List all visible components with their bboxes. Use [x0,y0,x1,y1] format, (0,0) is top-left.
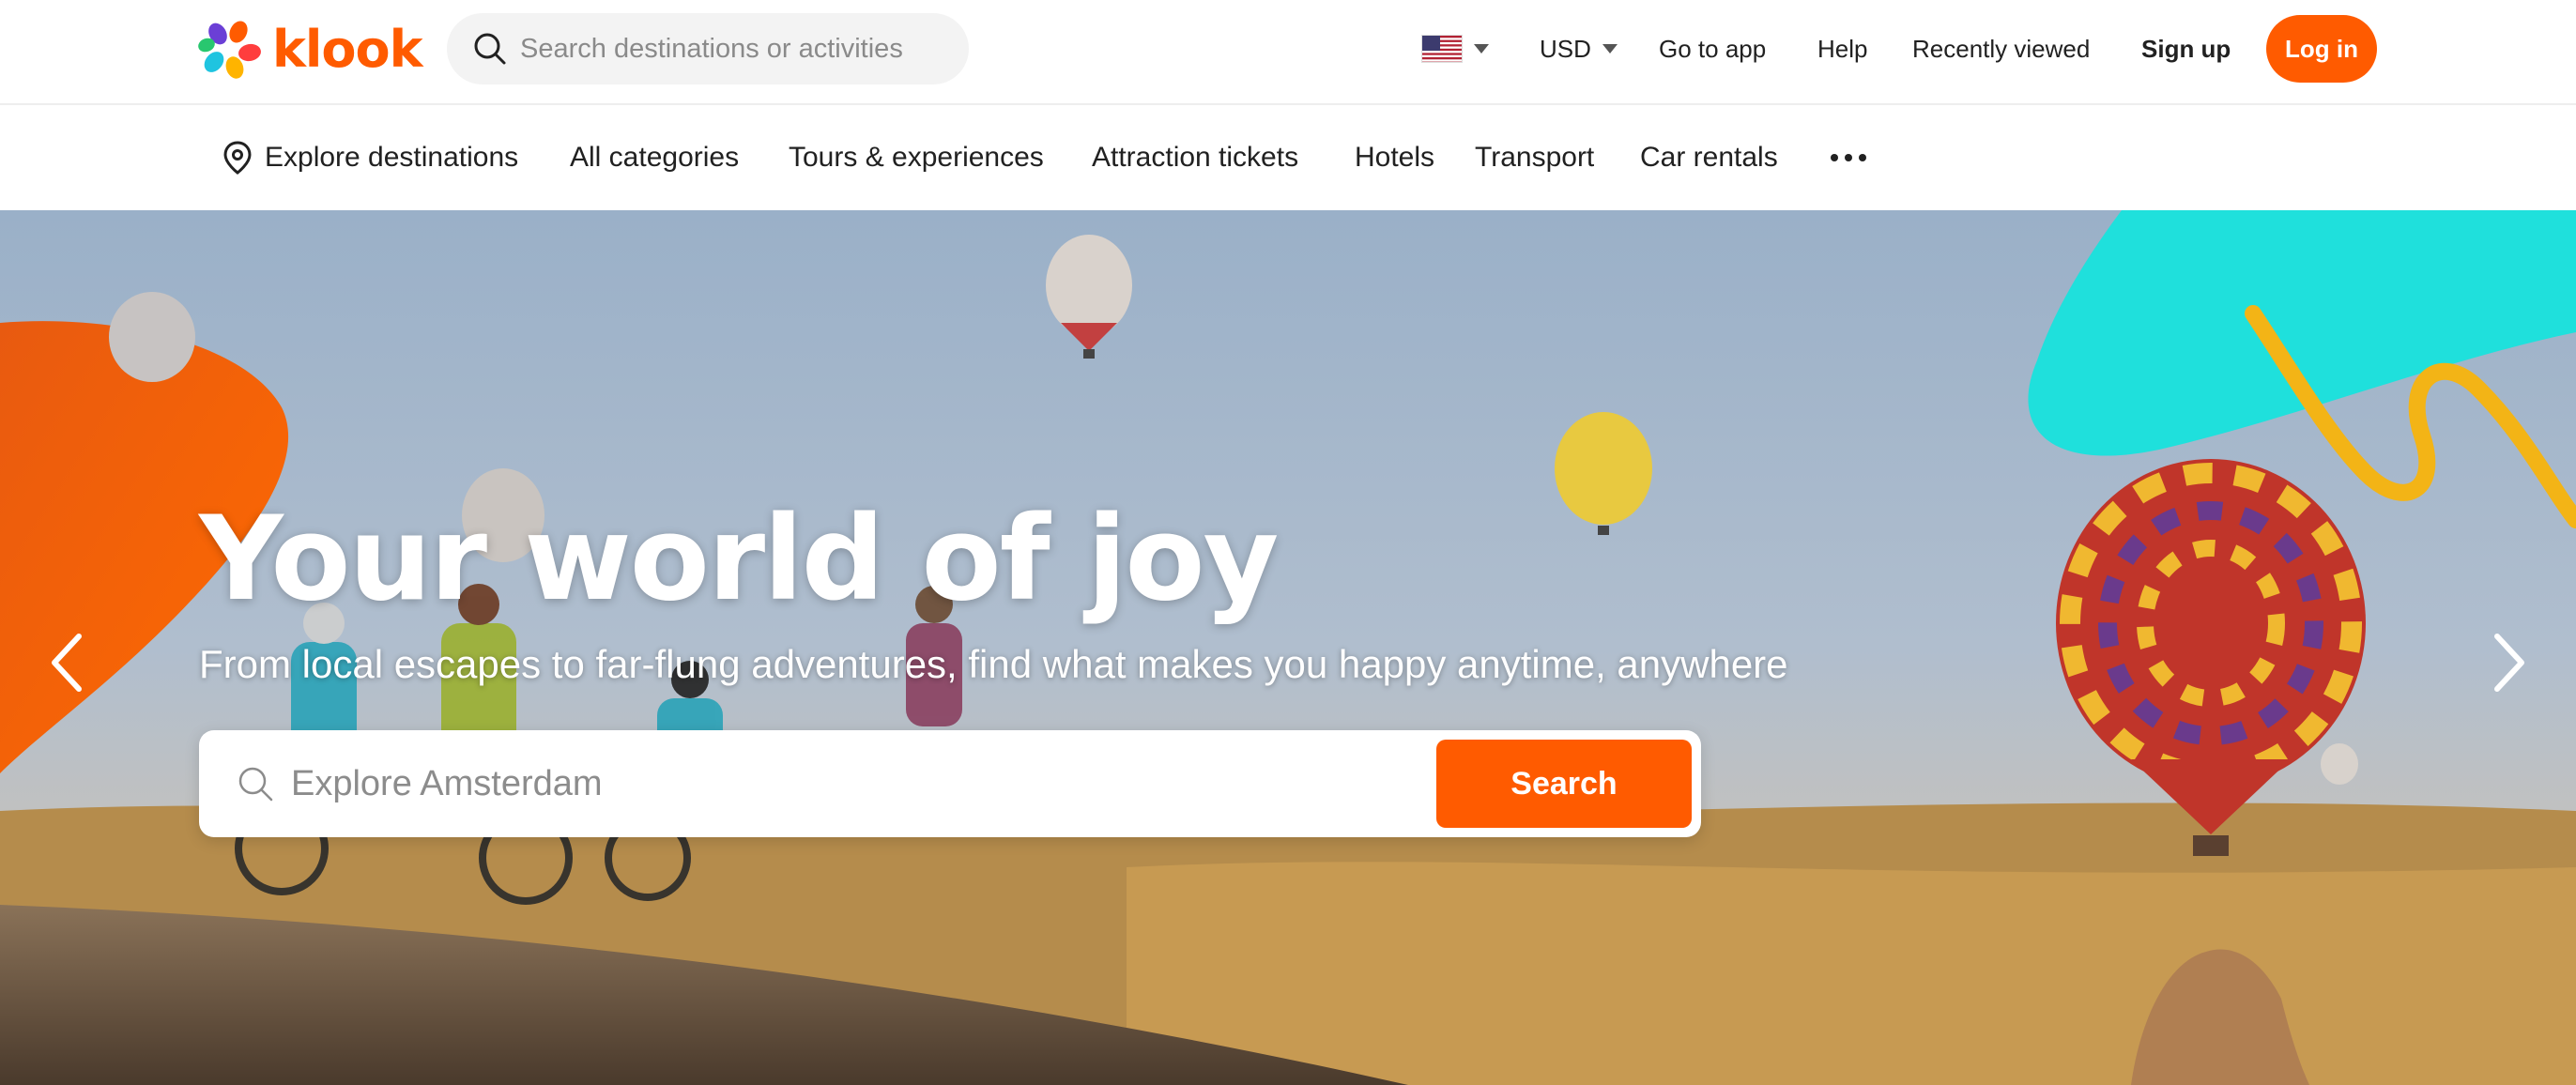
sign-up-link[interactable]: Sign up [2141,13,2231,84]
klook-logo[interactable]: klook [197,17,423,81]
nav-transport[interactable]: Transport [1475,105,1594,210]
recently-viewed-link[interactable]: Recently viewed [1912,13,2090,84]
nav-tours-experiences[interactable]: Tours & experiences [789,105,1044,210]
search-icon [238,767,273,802]
location-pin-icon [223,141,252,175]
nav-all-categories[interactable]: All categories [570,105,739,210]
top-header: klook USD Go to app Hel [0,0,2576,105]
header-search-input[interactable] [520,33,952,65]
logo-wordmark: klook [272,19,423,79]
nav-label: Explore destinations [265,142,519,173]
nav-car-rentals[interactable]: Car rentals [1640,105,1778,210]
help-link[interactable]: Help [1817,13,1867,84]
search-icon [474,33,506,65]
us-flag-icon [1421,35,1463,63]
nav-attraction-tickets[interactable]: Attraction tickets [1092,105,1298,210]
chevron-left-icon[interactable] [39,625,96,700]
hero-search-button[interactable]: Search [1436,740,1692,828]
log-in-button[interactable]: Log in [2266,15,2377,83]
hero-subtitle: From local escapes to far-flung adventur… [199,642,1788,686]
nav-hotels[interactable]: Hotels [1355,105,1434,210]
chevron-down-icon [1602,44,1618,53]
chevron-down-icon [1474,44,1489,53]
hero-search-box[interactable]: Search [199,730,1701,837]
currency-label: USD [1540,34,1591,63]
go-to-app-link[interactable]: Go to app [1659,13,1766,84]
hero-title: Your world of joy [199,492,1279,627]
more-dots-icon [1831,154,1866,161]
category-nav: Explore destinations All categories Tour… [0,105,2576,210]
more-categories-button[interactable] [1831,105,1866,210]
header-search-box[interactable] [447,13,969,84]
klook-logo-icon [198,21,261,79]
nav-explore-destinations[interactable]: Explore destinations [222,105,518,210]
currency-selector[interactable]: USD [1540,13,1618,84]
chevron-right-icon[interactable] [2480,625,2537,700]
hero-search-input[interactable] [291,751,1418,817]
hero-banner: Your world of joy From local escapes to … [0,210,2576,1085]
country-selector[interactable] [1421,13,1489,84]
